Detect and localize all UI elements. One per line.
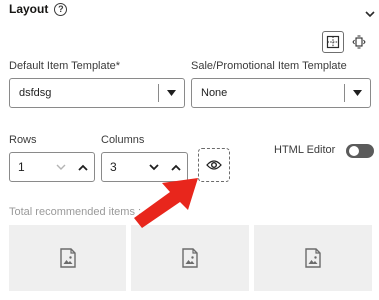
chevron-up-icon	[171, 164, 181, 171]
grid-view-icon	[326, 35, 340, 49]
recommended-item-tile	[254, 225, 372, 291]
eye-icon	[206, 160, 222, 170]
html-editor-toggle[interactable]	[346, 144, 374, 158]
image-placeholder-icon	[59, 248, 76, 268]
caret-down-icon	[167, 90, 176, 96]
collapse-section-button[interactable]	[364, 7, 376, 19]
rows-label: Rows	[9, 134, 37, 146]
recommended-item-tile	[9, 225, 126, 291]
chevron-down-icon	[365, 11, 375, 18]
total-recommended-label: Total recommended items :	[9, 206, 142, 218]
rows-decrement-button[interactable]	[50, 154, 72, 180]
carousel-view-button[interactable]	[348, 31, 370, 53]
toggle-knob	[349, 146, 359, 156]
image-placeholder-icon	[305, 248, 321, 268]
chevron-up-icon	[78, 164, 88, 171]
recommended-item-tile	[131, 225, 249, 291]
annotation-arrow	[134, 178, 198, 228]
image-placeholder-icon	[182, 248, 198, 268]
chevron-down-icon	[149, 163, 159, 170]
layout-title: Layout	[9, 2, 49, 16]
sale-template-select[interactable]: None	[191, 78, 371, 108]
columns-label: Columns	[101, 134, 145, 146]
default-template-value: dsfdsg	[19, 87, 52, 99]
grid-view-button[interactable]	[322, 31, 344, 53]
rows-value[interactable]: 1	[10, 160, 50, 174]
layout-section-header: Layout ?	[9, 1, 68, 17]
html-editor-label: HTML Editor	[274, 144, 336, 156]
default-template-caret[interactable]	[158, 84, 184, 102]
caret-down-icon	[353, 90, 362, 96]
default-template-label: Default Item Template*	[9, 60, 121, 72]
chevron-down-icon	[56, 164, 66, 170]
carousel-view-icon	[352, 35, 366, 49]
question-circle-icon[interactable]: ?	[54, 2, 68, 16]
rows-increment-button[interactable]	[72, 154, 94, 180]
default-template-select[interactable]: dsfdsg	[9, 78, 185, 108]
sale-template-value: None	[201, 87, 228, 99]
sale-template-caret[interactable]	[344, 84, 370, 102]
sale-template-label: Sale/Promotional Item Template	[191, 60, 347, 72]
rows-stepper[interactable]: 1	[9, 152, 95, 182]
